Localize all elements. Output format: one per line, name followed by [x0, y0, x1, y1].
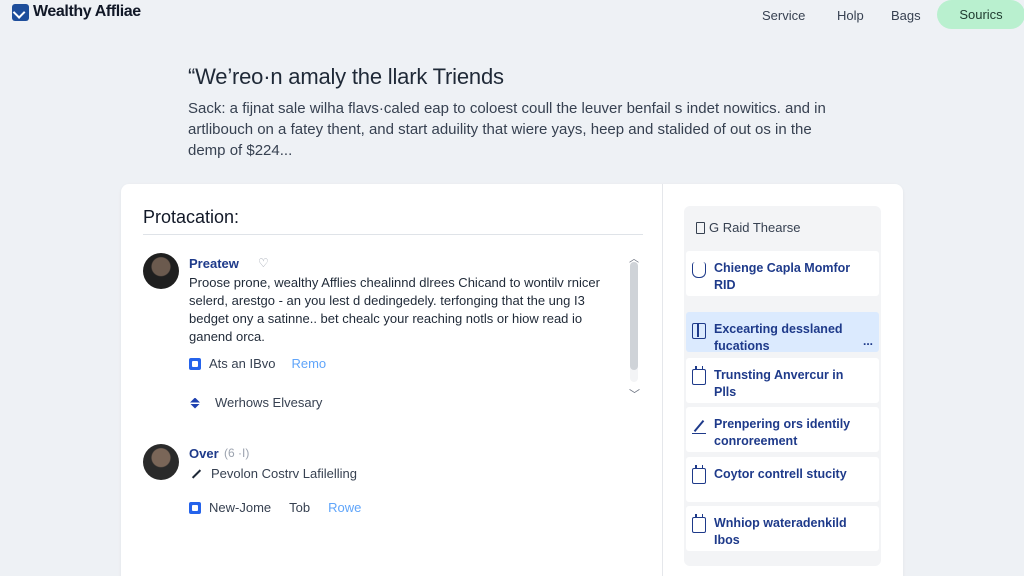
- sidebar-title: G Raid Thearse: [709, 220, 801, 235]
- comment-meta-text: Ats an IBvo: [209, 356, 276, 371]
- sidebar-item-label: Wnhiop wateradenkild Ibos: [714, 516, 847, 547]
- app-icon: [189, 501, 201, 514]
- comment-extra[interactable]: Werhows Elvesary: [189, 395, 322, 410]
- calendar-icon: [692, 465, 706, 484]
- scroll-down-icon[interactable]: ﹀: [629, 386, 640, 402]
- scrollbar-thumb[interactable]: [630, 262, 638, 370]
- comment-meta-mid[interactable]: Tob: [289, 500, 310, 515]
- content-card: Protacation: Preatew ♡ Proose prone, wea…: [121, 184, 903, 576]
- comment-author[interactable]: Preatew: [189, 256, 239, 271]
- sidebar-item[interactable]: Trunsting Anvercur in Plls: [686, 358, 879, 403]
- check-logo-icon: [12, 3, 29, 21]
- top-navbar: Wealthy Affliae Service Holp Bags Souric…: [0, 0, 1024, 30]
- reply-link[interactable]: Rowe: [328, 500, 361, 515]
- section-title: Protacation:: [143, 207, 240, 227]
- page-headline: “We’reo·n amaly the llark Triends: [188, 64, 504, 89]
- sidebar-item-label: Trunsting Anvercur in Plls: [714, 368, 844, 399]
- sidebar-item[interactable]: Prenpering ors identily conroreement: [686, 407, 879, 452]
- hand-icon: [692, 262, 706, 278]
- more-icon[interactable]: ...: [863, 334, 873, 348]
- comment-meta: Ats an IBvo Remo: [189, 356, 326, 371]
- avatar[interactable]: [143, 253, 179, 289]
- calendar-icon: [692, 366, 706, 385]
- comment-body: Pevolon Costrv Lafilelling: [211, 466, 357, 481]
- comment-author[interactable]: Over: [189, 446, 219, 461]
- comment-extra-text: Werhows Elvesary: [215, 395, 323, 410]
- heart-icon[interactable]: ♡: [258, 256, 269, 270]
- calendar-icon: [692, 514, 706, 533]
- sidebar-panel: G Raid Thearse Chienge Capla Momfor RID …: [684, 206, 881, 566]
- reply-link[interactable]: Remo: [291, 356, 326, 371]
- sidebar-item[interactable]: Wnhiop wateradenkild Ibos: [686, 506, 879, 551]
- sidebar-item-label: Excearting desslaned fucations: [714, 322, 843, 353]
- nav-link-bags[interactable]: Bags: [891, 8, 921, 23]
- panel-divider: [662, 184, 663, 576]
- pen-icon: [692, 418, 706, 434]
- sidebar-header: G Raid Thearse: [696, 220, 801, 235]
- sidebar-item-active[interactable]: Excearting desslaned fucations ...: [686, 312, 879, 353]
- sidebar-item-label: Coytor contrell stucity: [714, 467, 847, 481]
- app-icon: [189, 357, 201, 370]
- comment-body-row: Pevolon Costrv Lafilelling: [189, 466, 357, 481]
- columns-icon: [692, 323, 706, 339]
- section-divider: [143, 234, 643, 235]
- comment-meta: New-Jome Tob Rowe: [189, 500, 361, 515]
- sidebar-item[interactable]: Coytor contrell stucity: [686, 457, 879, 502]
- brand[interactable]: Wealthy Affliae: [12, 3, 141, 21]
- comment-tag: (6 ·I): [224, 446, 250, 460]
- sidebar-item-label: Prenpering ors identily conroreement: [714, 417, 851, 448]
- brand-name: Wealthy Affliae: [33, 3, 141, 20]
- pencil-icon: [189, 468, 201, 480]
- document-icon: [696, 221, 705, 234]
- nav-link-service[interactable]: Service: [762, 8, 805, 23]
- page-lede: Sack: a fijnat sale wilha flavs·caled ea…: [188, 100, 826, 159]
- avatar[interactable]: [143, 444, 179, 480]
- sidebar-item-label: Chienge Capla Momfor RID: [714, 261, 851, 292]
- nav-link-help[interactable]: Holp: [837, 8, 864, 23]
- comment-body: Proose prone, wealthy Afflies chealinnd …: [189, 275, 600, 344]
- sources-button[interactable]: Sourics: [937, 0, 1024, 29]
- diamond-icon: [189, 397, 201, 409]
- sidebar-item[interactable]: Chienge Capla Momfor RID: [686, 251, 879, 296]
- comment-meta-text: New-Jome: [209, 500, 272, 515]
- scrollbar[interactable]: [630, 262, 638, 382]
